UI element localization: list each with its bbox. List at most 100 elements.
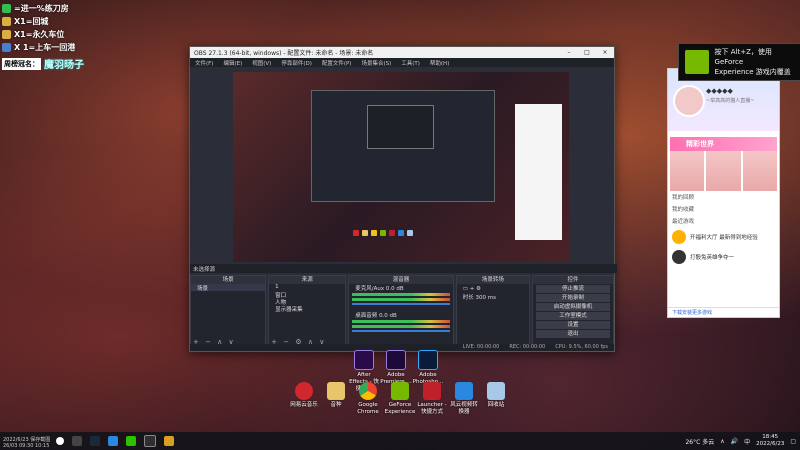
transition-select[interactable]: ▭ + ⚙ xyxy=(457,286,529,293)
settings-button[interactable]: 设置 xyxy=(535,321,610,329)
track-db: 0.0 dB xyxy=(385,286,404,292)
volume-meter xyxy=(352,325,450,328)
exit-button[interactable]: 退出 xyxy=(535,330,610,338)
obs-window[interactable]: OBS 27.1.3 (64-bit, windows) - 配置文件: 未命名… xyxy=(189,46,617,352)
source-item[interactable]: 显示器采集 xyxy=(269,305,345,313)
desktop-icon[interactable]: Launcher - 快捷方式 xyxy=(416,382,448,416)
phone-app-window[interactable]: ◆◆◆◆◆ ~举高高的猫人直播~ 精彩世界 我的回顾 我的收藏 最近游戏 开福利… xyxy=(667,68,780,318)
sword-icon xyxy=(2,17,11,26)
game-item[interactable]: 开福利大厅 最新得到地经验 xyxy=(668,227,779,247)
scene-item[interactable]: 场景 xyxy=(191,284,266,292)
list-item[interactable]: 我的回顾 xyxy=(668,191,779,203)
nested-preview xyxy=(311,90,495,202)
volume-icon[interactable]: 🔊 xyxy=(731,438,738,445)
download-more-link[interactable]: 下载安装更多游戏 xyxy=(668,307,779,317)
notification-text: 按下 Alt+Z，使用 GeForce Experience 游戏内覆盖 xyxy=(715,47,800,77)
task-view-icon[interactable] xyxy=(72,436,82,446)
start-icon[interactable] xyxy=(56,437,64,445)
overlay-text: X1=回城 xyxy=(14,17,49,26)
champion-name: 魔羽旸子 xyxy=(44,60,84,71)
chevron-up-icon[interactable]: ∧ xyxy=(720,438,724,445)
menu-profile[interactable]: 配置文件(P) xyxy=(317,59,357,67)
photo-tile[interactable] xyxy=(706,151,741,191)
menu-docks[interactable]: 停靠部件(D) xyxy=(276,59,317,67)
list-item[interactable]: 我的收藏 xyxy=(668,203,779,215)
menu-edit[interactable]: 编辑(E) xyxy=(218,59,247,67)
flag-icon xyxy=(2,43,11,52)
obs-taskbar-icon[interactable] xyxy=(144,435,156,447)
volume-slider[interactable] xyxy=(352,330,450,332)
menu-view[interactable]: 视图(V) xyxy=(247,59,276,67)
duration-value[interactable]: 300 ms xyxy=(476,295,496,301)
avatar[interactable] xyxy=(673,85,705,117)
clock-date: 2022/6/23 xyxy=(756,441,785,447)
obs-titlebar[interactable]: OBS 27.1.3 (64-bit, windows) - 配置文件: 未命名… xyxy=(190,47,614,58)
source-item[interactable]: 人物 xyxy=(269,298,345,306)
virtual-camera-button[interactable]: 启动虚拟摄像机 xyxy=(535,303,610,311)
desktop-icon[interactable]: 网易云音乐 xyxy=(288,382,320,416)
mixer-dock: 混音器 麦克风/Aux 0.0 dB 桌面音频 0.0 dB xyxy=(348,275,454,349)
no-source-label: 未选择源 xyxy=(193,266,216,273)
wonderful-world-banner[interactable]: 精彩世界 xyxy=(670,137,777,151)
source-item[interactable]: 窗口 xyxy=(269,291,345,299)
menu-scene-collection[interactable]: 场景集合(S) xyxy=(356,59,396,67)
notification-icon[interactable]: ▢ xyxy=(790,438,796,445)
after-effects-icon xyxy=(354,350,374,370)
wechat-icon[interactable] xyxy=(126,436,136,446)
maximize-icon[interactable]: □ xyxy=(578,49,596,56)
geforce-icon xyxy=(391,382,409,400)
menu-tools[interactable]: 工具(T) xyxy=(396,59,425,67)
taskbar-app-icon[interactable] xyxy=(108,436,118,446)
mixer-track: 麦克风/Aux 0.0 dB xyxy=(349,284,452,292)
source-item[interactable]: 1 xyxy=(269,284,345,291)
desktop-icon[interactable]: Google Chrome xyxy=(352,382,384,416)
overlay-text: =进一%练刀房 xyxy=(14,4,69,13)
volume-slider[interactable] xyxy=(352,303,450,305)
window-title: OBS 27.1.3 (64-bit, windows) - 配置文件: 未命名… xyxy=(194,50,374,57)
desktop-icon[interactable]: 回收站 xyxy=(480,382,512,416)
overlay-row: X1=回城 xyxy=(2,15,112,28)
stop-streaming-button[interactable]: 停止推流 xyxy=(535,285,610,293)
volume-meter xyxy=(352,293,450,296)
ime-indicator[interactable]: 中 xyxy=(744,437,750,446)
dock-title: 控件 xyxy=(532,276,613,284)
menu-help[interactable]: 帮助(H) xyxy=(425,59,454,67)
preview-phone-panel xyxy=(515,104,562,240)
desktop-icon[interactable]: 音种 xyxy=(320,382,352,416)
steam-icon[interactable] xyxy=(90,436,100,446)
system-tray: 26°C 多云 ∧ 🔊 中 18:45 2022/6/23 ▢ xyxy=(685,434,800,448)
dock-title: 场景转场 xyxy=(456,276,529,284)
list-item[interactable]: 最近游戏 xyxy=(668,215,779,227)
menu-file[interactable]: 文件(F) xyxy=(190,59,218,67)
photoshop-icon xyxy=(418,350,438,370)
desktop-icon[interactable]: 风云视频转换器 xyxy=(448,382,480,416)
overlay-text: X 1=上车一回港 xyxy=(14,43,76,52)
photo-tile[interactable] xyxy=(742,151,777,191)
clock[interactable]: 18:45 2022/6/23 xyxy=(756,434,784,448)
desktop-icons-main: 网易云音乐 音种 Google Chrome GeForce Experienc… xyxy=(288,382,512,416)
profile-subtitle: ~举高高的猫人直播~ xyxy=(706,98,755,104)
taskbar: 26°C 多云 ∧ 🔊 中 18:45 2022/6/23 ▢ xyxy=(0,432,800,450)
scenes-dock: 场景 场景 + − ∧ ∨ xyxy=(190,275,267,349)
game-item[interactable]: 打骰兔英雄争夺一 xyxy=(668,247,779,267)
weather-widget[interactable]: 26°C 多云 xyxy=(685,437,714,446)
studio-mode-button[interactable]: 工作室模式 xyxy=(535,312,610,320)
minimize-icon[interactable]: – xyxy=(560,49,578,56)
taskbar-app-icon[interactable] xyxy=(164,436,174,446)
clock-time: 18:45 xyxy=(762,434,779,440)
overlay-row: =进一%练刀房 xyxy=(2,2,112,15)
desktop-icon[interactable]: GeForce Experience xyxy=(384,382,416,416)
photo-tile[interactable] xyxy=(670,151,705,191)
notification-line: 按下 Alt+Z，使用 GeForce xyxy=(714,48,772,66)
cpu-fps: CPU: 9.5%, 60.00 fps xyxy=(555,344,608,350)
game-name: 开福利大厅 最新得到地经验 xyxy=(690,235,758,241)
close-icon[interactable]: × xyxy=(596,49,614,56)
profile-name: ◆◆◆◆◆ xyxy=(706,87,733,95)
obs-preview-canvas[interactable] xyxy=(233,72,569,262)
geforce-notification[interactable]: 按下 Alt+Z，使用 GeForce Experience 游戏内覆盖 xyxy=(678,43,800,81)
source-toolbar: 未选择源 xyxy=(190,264,617,273)
start-recording-button[interactable]: 开始录制 xyxy=(535,294,610,302)
launcher-icon xyxy=(423,382,441,400)
duration-label: 时长 xyxy=(462,295,474,301)
photo-tiles xyxy=(670,151,777,191)
